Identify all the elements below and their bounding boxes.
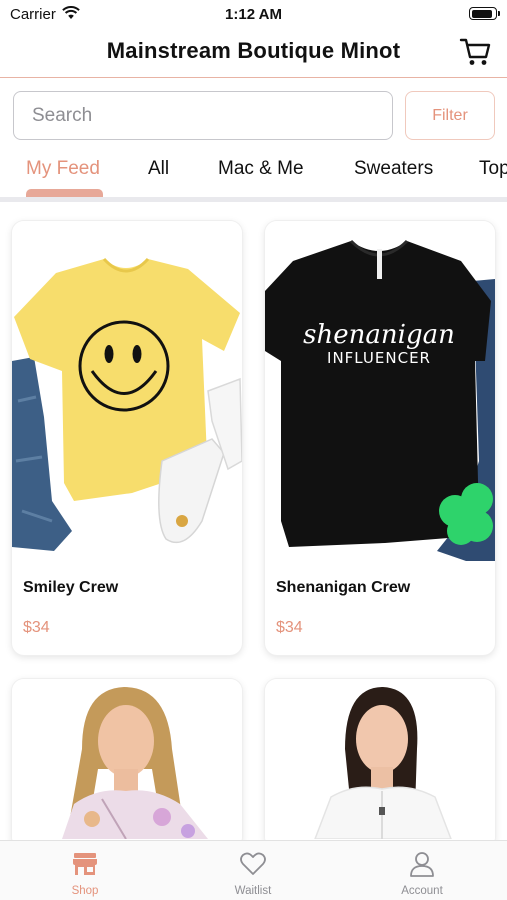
tab-bar-label: Waitlist [234,885,272,897]
tab-sweaters[interactable]: Sweaters [354,158,433,180]
active-tab-indicator [26,189,103,197]
app-header: Mainstream Boutique Minot [0,28,507,78]
tabs-divider [0,197,507,202]
product-card[interactable]: Smiley Crew $34 [12,221,242,655]
page-title: Mainstream Boutique Minot [106,38,401,63]
storefront-icon [73,853,97,875]
status-bar: Carrier 1:12 AM [0,0,507,28]
person-icon [410,852,434,877]
battery-icon [469,7,500,20]
category-tabs: My Feed All Mac & Me Sweaters Top [0,150,507,200]
product-image[interactable]: shenanigan INFLUENCER [265,221,495,561]
product-price: $34 [276,619,303,636]
tab-bar-shop[interactable]: Shop [35,851,135,897]
tab-bar-account[interactable]: Account [372,851,472,897]
heart-icon [240,852,266,875]
product-image[interactable] [265,679,495,839]
product-card[interactable] [12,679,242,849]
product-name: Smiley Crew [23,579,119,596]
tshirt-print-script: shenanigan [303,320,455,350]
bottom-tab-bar: Shop Waitlist Account [0,840,507,900]
search-input[interactable] [13,91,393,140]
tab-bar-label: Shop [71,885,99,897]
tab-bar-label: Account [401,885,443,897]
tshirt-print-caps: INFLUENCER [327,349,431,367]
product-card[interactable] [265,679,495,849]
product-price: $34 [23,619,50,636]
product-image[interactable] [12,679,242,839]
cart-icon[interactable] [459,36,493,68]
tab-all[interactable]: All [148,158,169,180]
product-image[interactable] [12,221,242,561]
tab-bar-waitlist[interactable]: Waitlist [203,851,303,897]
product-card[interactable]: shenanigan INFLUENCER Shenanigan Crew $3… [265,221,495,655]
clock: 1:12 AM [225,6,282,23]
tab-mac-and-me[interactable]: Mac & Me [218,158,304,180]
tab-my-feed[interactable]: My Feed [26,158,100,180]
filter-button[interactable]: Filter [405,91,495,140]
product-name: Shenanigan Crew [276,579,411,596]
tab-tops[interactable]: Top [479,158,507,180]
